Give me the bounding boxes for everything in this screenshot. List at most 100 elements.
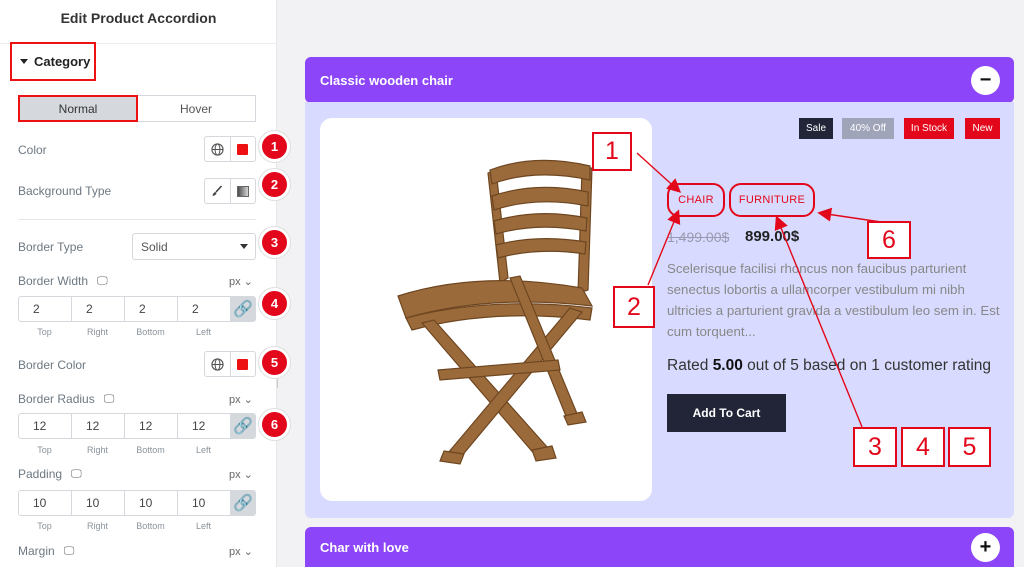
border-width-unit[interactable]: px ⌄: [229, 275, 253, 288]
desktop-icon[interactable]: 🖵: [71, 468, 82, 481]
border-color-label: Border Color: [18, 358, 87, 372]
rating-value: 5.00: [712, 357, 743, 374]
add-to-cart-button[interactable]: Add To Cart: [667, 394, 786, 432]
step-badge-6: 6: [259, 409, 290, 440]
callout-5: 5: [948, 427, 991, 467]
side-label-right: Right: [86, 445, 108, 455]
border-width-bottom[interactable]: 2: [125, 297, 178, 321]
border-radius-top[interactable]: 12: [19, 414, 72, 438]
padding-bottom[interactable]: 10: [125, 491, 178, 515]
unit-text: px: [229, 546, 241, 558]
border-type-select[interactable]: Solid: [132, 233, 256, 260]
border-color-swatch[interactable]: [231, 352, 256, 376]
border-width-left[interactable]: 2: [178, 297, 231, 321]
side-labels: Top Right Bottom Left: [18, 521, 230, 531]
product-description: Scelerisque facilisi rhoncus non faucibu…: [667, 261, 1000, 339]
border-type-label: Border Type: [18, 240, 84, 254]
side-labels: Top Right Bottom Left: [18, 327, 230, 337]
side-label-top: Top: [37, 521, 52, 531]
margin-unit[interactable]: px ⌄: [229, 545, 253, 558]
caret-down-icon: [20, 59, 28, 64]
category-tag-furniture[interactable]: FURNITURE: [729, 183, 815, 217]
padding-label: Padding 🖵: [18, 467, 82, 481]
border-width-text: Border Width: [18, 274, 89, 288]
product-image[interactable]: [320, 118, 652, 501]
old-price: 1,499.00$: [667, 229, 730, 245]
global-colors-button[interactable]: [205, 137, 231, 161]
stock-badge: In Stock: [904, 118, 954, 139]
padding-top[interactable]: 10: [19, 491, 72, 515]
product-rating: Rated 5.00 out of 5 based on 1 customer …: [667, 357, 991, 375]
side-label-left: Left: [195, 521, 211, 531]
border-width-top[interactable]: 2: [19, 297, 72, 321]
link-values-button[interactable]: 🔗: [231, 297, 255, 321]
background-type-control: [204, 178, 256, 204]
globe-icon: [211, 142, 224, 156]
sale-price: 899.00$: [745, 228, 800, 245]
desktop-icon[interactable]: 🖵: [104, 393, 115, 406]
desktop-icon[interactable]: 🖵: [64, 545, 75, 558]
rating-prefix: Rated: [667, 357, 709, 374]
callout-2: 2: [613, 286, 655, 328]
padding-left[interactable]: 10: [178, 491, 231, 515]
border-radius-left[interactable]: 12: [178, 414, 231, 438]
gradient-background-button[interactable]: [231, 179, 256, 203]
margin-label: Margin 🖵: [18, 544, 74, 558]
category-tag-chair[interactable]: CHAIR: [667, 183, 725, 217]
side-label-top: Top: [37, 445, 52, 455]
new-badge: New: [965, 118, 1000, 139]
color-swatch[interactable]: [231, 137, 256, 161]
tab-normal[interactable]: Normal: [18, 95, 138, 122]
border-radius-label: Border Radius 🖵: [18, 392, 114, 406]
step-badge-4: 4: [259, 288, 290, 319]
callout-3: 3: [853, 427, 897, 467]
unit-text: px: [229, 394, 241, 406]
accordion-title: Classic wooden chair: [320, 72, 453, 88]
border-type-value: Solid: [141, 239, 168, 254]
border-radius-bottom[interactable]: 12: [125, 414, 178, 438]
step-badge-1: 1: [259, 131, 290, 162]
tab-hover[interactable]: Hover: [137, 96, 255, 121]
classic-background-button[interactable]: [205, 179, 231, 203]
color-preview: [237, 143, 249, 155]
side-label-right: Right: [86, 521, 108, 531]
dropdown-arrow-icon: [240, 244, 248, 249]
brush-icon: [212, 185, 223, 196]
border-width-right[interactable]: 2: [72, 297, 125, 321]
border-width-inputs: 2 2 2 2 🔗: [18, 296, 256, 322]
color-preview: [237, 358, 249, 370]
link-icon: 🔗: [233, 301, 253, 318]
padding-text: Padding: [18, 467, 63, 481]
category-section-toggle[interactable]: Category: [10, 42, 96, 81]
wooden-chair-image: [397, 159, 594, 465]
link-values-button[interactable]: 🔗: [231, 414, 255, 438]
padding-unit[interactable]: px ⌄: [229, 468, 253, 481]
expand-icon[interactable]: +: [971, 532, 1000, 562]
step-badge-5: 5: [259, 347, 290, 378]
side-label-right: Right: [86, 327, 108, 337]
discount-badge: 40% Off: [842, 118, 894, 139]
sale-badge: Sale: [799, 118, 833, 139]
color-label: Color: [18, 143, 47, 157]
padding-inputs: 10 10 10 10 🔗: [18, 490, 256, 516]
border-color-control: [204, 351, 256, 377]
callout-4: 4: [901, 427, 945, 467]
accordion-item-header[interactable]: Classic wooden chair −: [305, 57, 1014, 103]
padding-right[interactable]: 10: [72, 491, 125, 515]
global-colors-button[interactable]: [205, 352, 231, 376]
border-width-label: Border Width 🖵: [18, 274, 108, 288]
link-icon: 🔗: [233, 418, 253, 435]
side-label-bottom: Bottom: [136, 521, 165, 531]
side-label-left: Left: [195, 445, 211, 455]
editor-panel: Edit Product Accordion Category Normal H…: [0, 0, 277, 567]
link-values-button[interactable]: 🔗: [231, 491, 255, 515]
accordion-title: Char with love: [320, 539, 409, 555]
border-radius-right[interactable]: 12: [72, 414, 125, 438]
side-label-bottom: Bottom: [136, 445, 165, 455]
collapse-icon[interactable]: −: [971, 65, 1000, 95]
unit-text: px: [229, 276, 241, 288]
border-radius-unit[interactable]: px ⌄: [229, 393, 253, 406]
accordion-item-header[interactable]: Char with love +: [305, 527, 1014, 567]
desktop-icon[interactable]: 🖵: [97, 275, 108, 288]
background-type-label: Background Type: [18, 184, 112, 198]
